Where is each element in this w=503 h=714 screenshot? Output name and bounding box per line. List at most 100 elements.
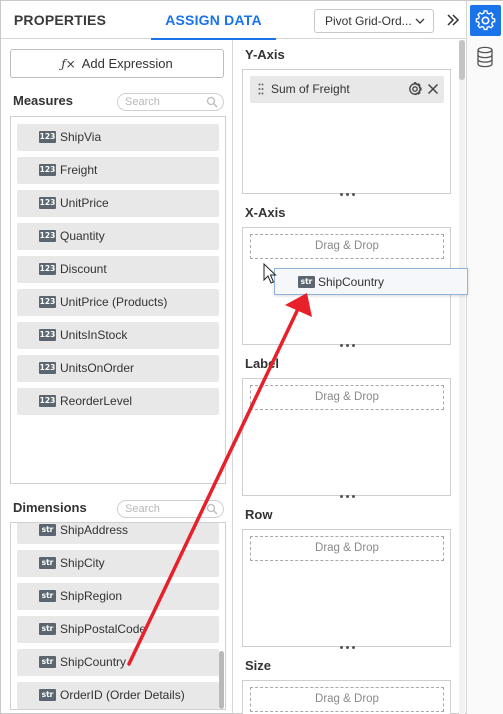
dimension-item[interactable]: str ShipAddress — [17, 523, 219, 544]
number-type-badge: 123 — [39, 197, 56, 209]
field-label: ReorderLevel — [60, 394, 133, 408]
measures-title: Measures — [13, 93, 73, 108]
field-label: ShipRegion — [60, 589, 123, 603]
measure-item[interactable]: 123 ShipVia — [17, 124, 219, 151]
collapse-panel-icon[interactable] — [441, 8, 465, 32]
properties-rail-button[interactable] — [470, 5, 501, 36]
field-label: ShipCity — [60, 556, 105, 570]
measure-item[interactable]: 123 Discount — [17, 256, 219, 283]
widget-properties-panel: PROPERTIES ASSIGN DATA Pivot Grid-Ord... — [0, 0, 503, 714]
measure-item[interactable]: 123 UnitPrice — [17, 190, 219, 217]
field-label: ShipVia — [60, 130, 102, 144]
size-title: Size — [245, 658, 272, 673]
dimension-item[interactable]: str ShipCountry — [17, 649, 219, 676]
add-expression-button[interactable]: ƒ× Add Expression — [10, 49, 224, 78]
close-icon[interactable] — [427, 83, 439, 95]
number-type-badge: 123 — [39, 131, 56, 143]
string-type-badge: str — [39, 623, 56, 635]
drag-handle-icon[interactable] — [258, 83, 264, 95]
row-dropzone[interactable]: Drag & Drop — [242, 529, 451, 650]
measures-search-placeholder: Search — [125, 96, 160, 108]
drag-drop-hint: Drag & Drop — [250, 385, 444, 410]
chevron-down-icon — [415, 18, 425, 24]
label-dropzone[interactable]: Drag & Drop — [242, 378, 451, 499]
drag-drop-hint: Drag & Drop — [250, 536, 444, 561]
resize-handle-icon[interactable] — [340, 646, 356, 650]
field-label: ShipAddress — [60, 523, 129, 537]
widget-selector-dropdown[interactable]: Pivot Grid-Ord... — [314, 9, 434, 33]
dimension-item[interactable]: str ShipPostalCode — [17, 616, 219, 643]
field-label: UnitPrice (Products) — [60, 295, 168, 309]
field-label: Discount — [60, 262, 107, 276]
axes-panel-scrollbar[interactable] — [459, 40, 465, 714]
scrollbar-thumb[interactable] — [459, 40, 465, 80]
resize-handle-icon[interactable] — [340, 495, 356, 499]
field-label: UnitPrice — [60, 196, 109, 210]
dimensions-search-input[interactable]: Search — [117, 500, 224, 518]
x-axis-title: X-Axis — [245, 205, 286, 220]
measures-search-input[interactable]: Search — [117, 93, 224, 111]
drag-drop-hint: Drag & Drop — [250, 687, 444, 712]
widget-selector-value: Pivot Grid-Ord... — [325, 14, 412, 28]
number-type-badge: 123 — [39, 164, 56, 176]
string-type-badge: str — [39, 689, 56, 701]
label-title: Label — [245, 356, 279, 371]
dimension-item[interactable]: str ShipRegion — [17, 583, 219, 610]
dimensions-title: Dimensions — [13, 500, 87, 515]
dimensions-scrollbar[interactable] — [219, 651, 224, 709]
measure-item[interactable]: 123 UnitPrice (Products) — [17, 289, 219, 316]
database-icon[interactable] — [474, 45, 496, 69]
gear-icon[interactable] — [408, 82, 422, 96]
tab-properties[interactable]: PROPERTIES — [1, 1, 119, 39]
field-label: Freight — [60, 163, 98, 177]
number-type-badge: 123 — [39, 395, 56, 407]
dragged-field-ghost: str ShipCountry — [274, 268, 468, 295]
field-label: UnitsOnOrder — [60, 361, 135, 375]
number-type-badge: 123 — [39, 362, 56, 374]
field-label: OrderID (Order Details) — [60, 688, 185, 702]
field-label: ShipPostalCode — [60, 622, 147, 636]
measure-item[interactable]: 123 UnitsOnOrder — [17, 355, 219, 382]
fx-icon: ƒ× — [61, 57, 76, 71]
panel-header: PROPERTIES ASSIGN DATA Pivot Grid-Ord... — [1, 1, 466, 40]
side-rail — [466, 1, 503, 714]
gear-icon — [475, 10, 496, 31]
drag-drop-hint: Drag & Drop — [250, 234, 444, 259]
search-icon — [206, 96, 218, 108]
field-label: UnitsInStock — [60, 328, 128, 342]
resize-handle-icon[interactable] — [340, 344, 356, 348]
resize-handle-icon[interactable] — [340, 193, 356, 197]
dimensions-list: str ShipAddress str ShipCity str ShipReg… — [10, 522, 226, 710]
string-type-badge: str — [39, 590, 56, 602]
measure-item[interactable]: 123 Quantity — [17, 223, 219, 250]
search-icon — [206, 503, 218, 515]
number-type-badge: 123 — [39, 263, 56, 275]
mouse-pointer-icon — [263, 263, 277, 284]
measures-list: 123 ShipVia 123 Freight 123 UnitPrice 12… — [10, 116, 226, 484]
y-axis-title: Y-Axis — [245, 47, 285, 62]
y-axis-dropzone[interactable]: Sum of Freight — [242, 69, 451, 197]
data-source-panel: ƒ× Add Expression Measures Search 123 Shi… — [1, 40, 233, 714]
dimension-item[interactable]: str OrderID (Order Details) — [17, 682, 219, 709]
dimensions-search-placeholder: Search — [125, 503, 160, 515]
field-label: ShipCountry — [318, 275, 385, 289]
field-label: ShipCountry — [60, 655, 127, 669]
size-dropzone[interactable]: Drag & Drop — [242, 680, 451, 714]
string-type-badge: str — [39, 524, 56, 536]
tab-assign-data[interactable]: ASSIGN DATA — [151, 1, 276, 40]
number-type-badge: 123 — [39, 230, 56, 242]
add-expression-label: Add Expression — [81, 56, 173, 71]
dimension-item[interactable]: str ShipCity — [17, 550, 219, 577]
assigned-field-label: Sum of Freight — [271, 82, 350, 96]
row-title: Row — [245, 507, 273, 522]
number-type-badge: 123 — [39, 296, 56, 308]
number-type-badge: 123 — [39, 329, 56, 341]
measure-item[interactable]: 123 Freight — [17, 157, 219, 184]
string-type-badge: str — [39, 557, 56, 569]
field-label: Quantity — [60, 229, 105, 243]
assigned-field-sum-of-freight[interactable]: Sum of Freight — [250, 76, 444, 103]
measure-item[interactable]: 123 ReorderLevel — [17, 388, 219, 415]
string-type-badge: str — [298, 276, 315, 288]
string-type-badge: str — [39, 656, 56, 668]
measure-item[interactable]: 123 UnitsInStock — [17, 322, 219, 349]
